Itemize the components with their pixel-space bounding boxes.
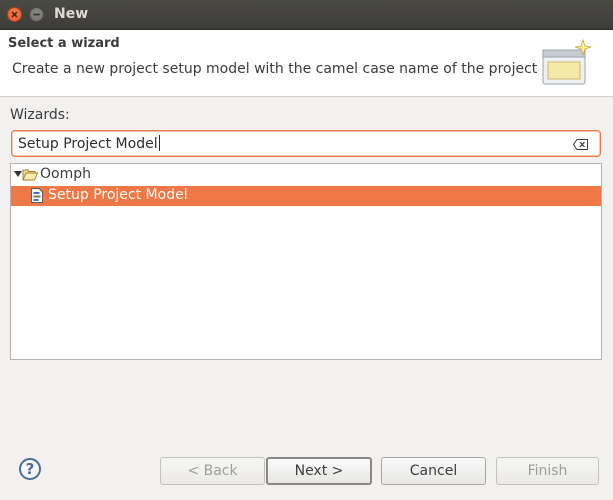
tree-item-setup-project-model[interactable]: Setup Project Model [11, 186, 601, 206]
new-wizard-banner-icon [539, 38, 595, 94]
wizard-header: Select a wizard Create a new project set… [0, 30, 613, 97]
page-description: Create a new project setup model with th… [12, 61, 538, 77]
finish-button[interactable]: Finish [496, 457, 599, 485]
cancel-button[interactable]: Cancel [381, 457, 486, 485]
tree-item-label: Oomph [40, 166, 91, 182]
back-button[interactable]: < Back [160, 457, 265, 485]
wizard-tree[interactable]: Oomph Setup Project Model [10, 163, 602, 360]
page-title: Select a wizard [8, 36, 120, 51]
setup-model-icon [31, 188, 43, 207]
clear-icon[interactable] [572, 138, 588, 154]
wizards-label: Wizards: [10, 107, 70, 123]
window-title: New [54, 6, 89, 22]
expander-open-icon[interactable] [14, 171, 22, 177]
next-button[interactable]: Next > [266, 457, 372, 485]
filter-text: Setup Project Model [18, 136, 158, 152]
folder-open-icon [22, 168, 39, 186]
tree-item-oomph[interactable]: Oomph [11, 165, 601, 185]
close-icon[interactable] [7, 7, 22, 22]
minimize-icon[interactable] [29, 7, 44, 22]
wizard-filter-input[interactable]: Setup Project Model [11, 130, 601, 157]
text-cursor [158, 135, 160, 151]
tree-item-label: Setup Project Model [48, 187, 188, 203]
title-bar: New [0, 0, 613, 30]
help-icon[interactable]: ? [19, 458, 41, 480]
